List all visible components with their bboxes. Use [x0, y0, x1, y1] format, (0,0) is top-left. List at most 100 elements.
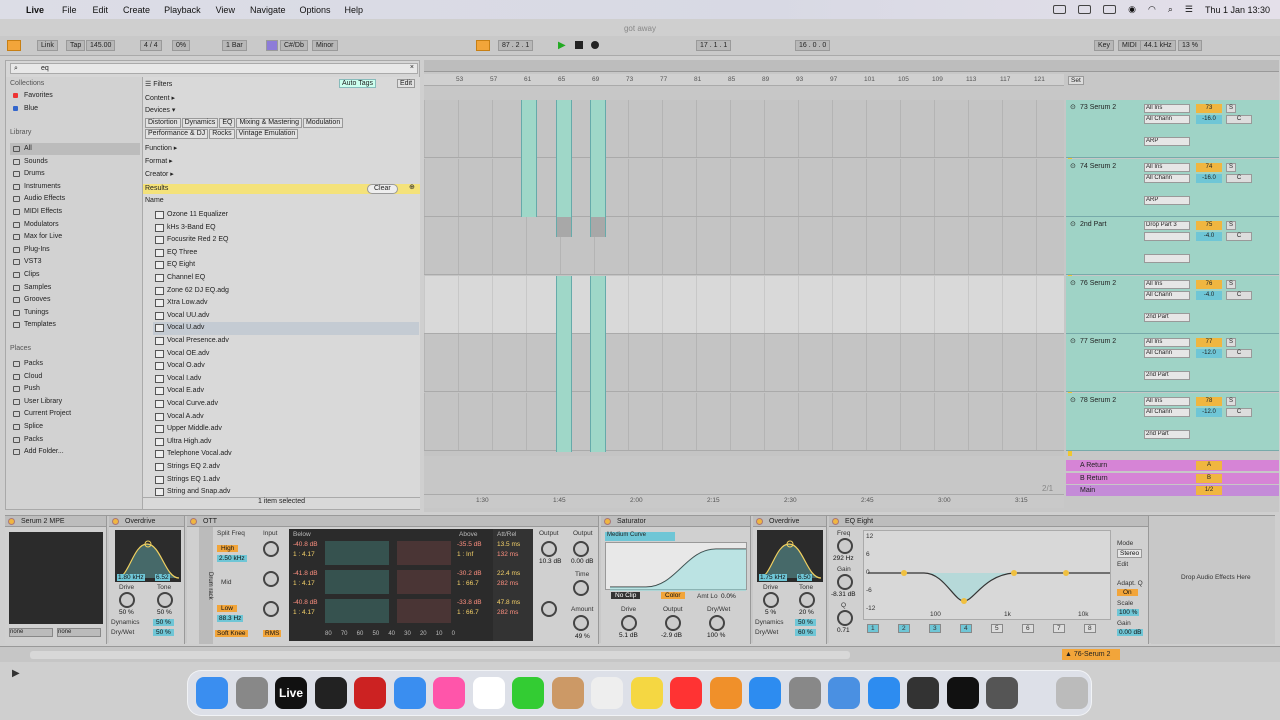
input-type-select[interactable]: All Ins — [1144, 338, 1190, 347]
pan-button[interactable]: C — [1226, 349, 1252, 358]
adapt-q-button[interactable]: On — [1117, 589, 1138, 596]
filter-tag[interactable]: Distortion — [145, 118, 181, 128]
track-lane[interactable] — [424, 158, 1064, 217]
midi-clip[interactable] — [556, 276, 572, 452]
drywet-knob[interactable] — [709, 615, 725, 631]
track-volume[interactable]: -16.0 — [1196, 115, 1222, 124]
midi-clip[interactable] — [556, 100, 572, 217]
fold-icon[interactable]: ⊙ — [1070, 337, 1076, 345]
eq-band-toggle[interactable]: 5 — [991, 624, 1003, 633]
eq-band-toggle[interactable]: 1 — [867, 624, 879, 633]
dock-app-icon[interactable] — [946, 677, 979, 709]
input-type-select[interactable]: All Ins — [1144, 279, 1190, 289]
input-knob-high[interactable] — [263, 541, 279, 557]
track-header[interactable]: ⊙ 2nd Part Drop Part 3 75 -4.0 S C — [1066, 217, 1279, 275]
key-select[interactable]: C#/Db — [280, 40, 308, 51]
library-item[interactable]: Grooves — [10, 294, 140, 306]
clock[interactable]: Thu 1 Jan 13:30 — [1205, 5, 1270, 15]
input-type-select[interactable]: All Ins — [1144, 104, 1190, 113]
overview-bar[interactable] — [424, 60, 1279, 72]
drive-knob[interactable] — [763, 592, 779, 608]
quantize-menu[interactable]: 1 Bar — [222, 40, 247, 51]
key-map-button[interactable]: Key — [1094, 40, 1115, 51]
place-item[interactable]: Packs — [10, 434, 140, 446]
filter-tag[interactable]: EQ — [219, 118, 236, 128]
place-item[interactable]: User Library — [10, 396, 140, 408]
output-select[interactable]: ARP — [1144, 195, 1190, 205]
solo-button[interactable]: S — [1226, 104, 1236, 113]
result-item[interactable]: Vocal O.adv — [153, 360, 419, 373]
track-volume[interactable]: -12.0 — [1196, 349, 1222, 358]
input-channel-select[interactable]: All Chann — [1144, 407, 1190, 417]
input-channel-select[interactable]: All Chann — [1144, 349, 1190, 358]
clear-button[interactable]: Clear — [367, 184, 398, 194]
device-overdrive-1[interactable]: Overdrive 1.80 kHz 6.52 Drive Tone 50 % … — [109, 516, 185, 644]
library-item[interactable]: Max for Live — [10, 231, 140, 243]
dock-app-icon[interactable] — [670, 677, 702, 709]
place-item[interactable]: Add Folder... — [10, 446, 140, 458]
filter-tag[interactable]: Vintage Emulation — [235, 129, 299, 139]
library-item[interactable]: Modulators — [10, 219, 140, 231]
width-value[interactable]: 6.50 — [797, 574, 812, 581]
scale-select[interactable]: Minor — [312, 40, 338, 51]
output-select[interactable]: 2nd Part — [1144, 312, 1190, 322]
above-ratio[interactable]: 1 : 66.7 — [457, 609, 479, 616]
function-filter[interactable]: Function ▸ — [145, 144, 177, 152]
eq-band-toggle[interactable]: 4 — [960, 624, 972, 633]
edit-button[interactable]: Edit — [397, 79, 416, 88]
result-item[interactable]: Ozone 11 Equalizer — [153, 209, 419, 222]
attack-value[interactable]: 22.4 ms — [497, 570, 520, 577]
above-ratio[interactable]: 1 : Inf — [457, 551, 473, 558]
track-name[interactable]: 74 Serum 2 — [1080, 163, 1116, 170]
eq-band-toggle[interactable]: 8 — [1084, 624, 1096, 633]
track-volume[interactable]: -16.0 — [1196, 173, 1222, 183]
library-item[interactable]: Sounds — [10, 156, 140, 168]
solo-button[interactable]: S — [1226, 162, 1236, 172]
menu-playback[interactable]: Playback — [164, 5, 201, 15]
result-item[interactable]: EQ Eight — [153, 259, 419, 272]
track-header[interactable]: ⊙ 78 Serum 2 All Ins All Chann 2nd Part 78 -12… — [1066, 392, 1279, 451]
freq-value[interactable]: 1.75 kHz — [759, 574, 787, 581]
result-item[interactable]: Vocal OE.adv — [153, 348, 419, 361]
dock-app-icon[interactable] — [828, 677, 860, 709]
menu-live[interactable]: Live — [26, 5, 44, 15]
above-ratio[interactable]: 1 : 66.7 — [457, 580, 479, 587]
link-button[interactable]: Link — [37, 40, 58, 51]
creator-filter[interactable]: Creator ▸ — [145, 170, 174, 178]
dock-app-icon[interactable] — [591, 677, 623, 709]
position-field[interactable]: 87 . 2 . 1 — [498, 40, 534, 51]
beat-ruler[interactable]: 53 57 61 65 69 73 77 81 85 89 93 97 101 105 109 113 117 1… — [424, 74, 1064, 86]
selected-track-label[interactable]: ▲ 76-Serum 2 — [1062, 649, 1120, 660]
result-item[interactable]: Vocal A.adv — [153, 411, 419, 424]
library-item[interactable]: MIDI Effects — [10, 206, 140, 218]
release-value[interactable]: 282 ms — [497, 609, 518, 616]
rms-button[interactable]: RMS — [263, 630, 282, 637]
input-type-select[interactable]: Drop Part 3 — [1144, 221, 1190, 230]
track-name[interactable]: 78 Serum 2 — [1080, 397, 1116, 404]
eq-band-toggle[interactable]: 7 — [1053, 624, 1065, 633]
collection-favorites[interactable]: Favorites — [10, 90, 140, 102]
library-item[interactable]: All — [10, 143, 140, 155]
trash-icon[interactable] — [1056, 677, 1088, 709]
display-icon[interactable] — [1078, 5, 1092, 14]
return-activator[interactable]: 1/2 — [1196, 486, 1222, 495]
menu-help[interactable]: Help — [345, 5, 364, 15]
track-lane[interactable] — [424, 334, 1064, 392]
time-signature-field[interactable]: 4 / 4 — [140, 40, 162, 51]
track-activator[interactable]: 76 — [1196, 279, 1222, 289]
dock-app-icon[interactable] — [867, 677, 900, 709]
result-item[interactable]: Focusrite Red 2 EQ — [153, 234, 419, 247]
place-item[interactable]: Cloud — [10, 371, 140, 383]
drive-knob[interactable] — [119, 592, 135, 608]
library-item[interactable]: Tunings — [10, 307, 140, 319]
serum-slot-2[interactable]: none — [57, 628, 101, 637]
serum-slot-1[interactable]: none — [9, 628, 53, 637]
tone-knob[interactable] — [799, 592, 815, 608]
library-item[interactable]: VST3 — [10, 256, 140, 268]
return-activator[interactable]: B — [1196, 473, 1222, 483]
midi-map-button[interactable]: MIDI — [1118, 40, 1141, 51]
input-type-select[interactable]: All Ins — [1144, 162, 1190, 172]
auto-tags-toggle[interactable]: Auto Tags — [339, 79, 377, 88]
dock-app-icon[interactable]: Live — [275, 677, 307, 709]
solo-button[interactable]: S — [1226, 338, 1236, 347]
